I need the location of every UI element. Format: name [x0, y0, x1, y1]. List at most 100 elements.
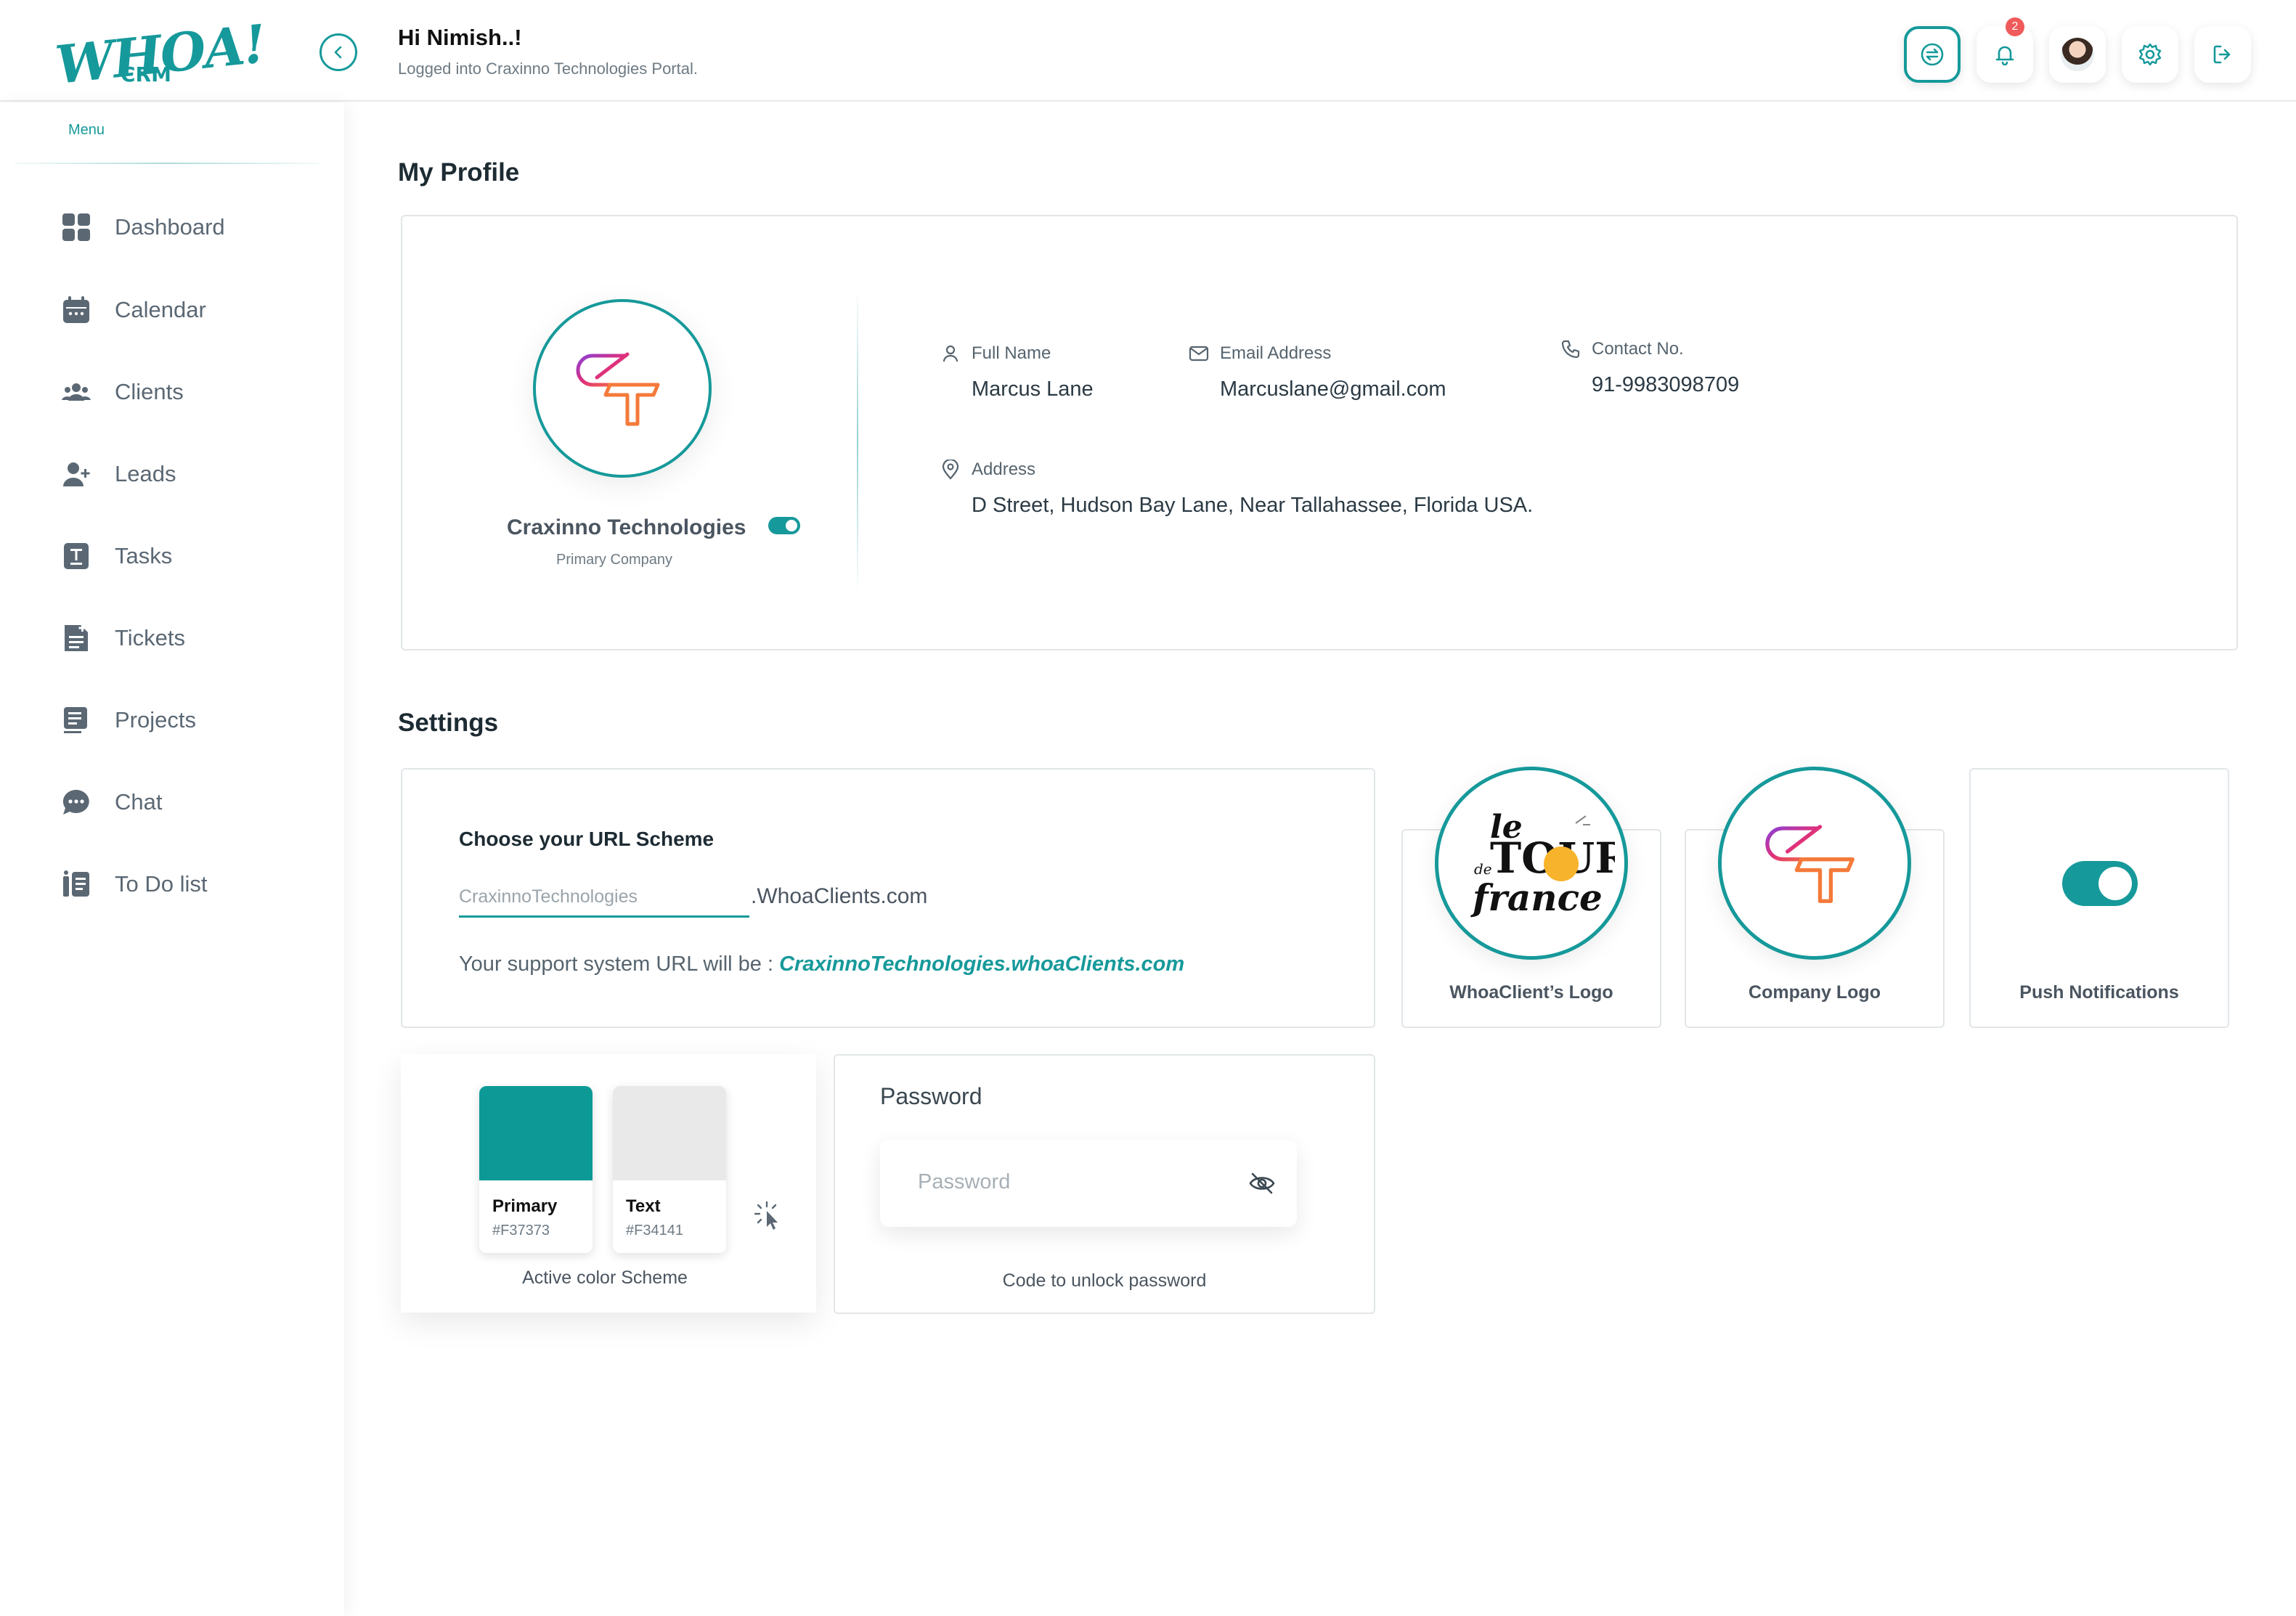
color-picker-pointer-icon[interactable] [752, 1199, 786, 1233]
logout-icon [2213, 45, 2231, 64]
tour-de-france-logo: le TOUR de france [1470, 809, 1615, 919]
top-header: WHOA! CRM Hi Nimish..! Logged into Craxi… [0, 0, 2296, 102]
svg-text:de: de [1474, 860, 1492, 878]
mail-icon [1188, 343, 1210, 364]
whoa-crm-logo[interactable]: WHOA! CRM [51, 12, 267, 96]
tickets-icon [60, 621, 93, 655]
calendar-icon [60, 293, 93, 327]
craxinno-logo-icon [576, 352, 660, 426]
svg-text:france: france [1470, 876, 1603, 919]
primary-color-swatch[interactable]: Primary #F37373 [479, 1086, 593, 1253]
client-logo-label: WhoaClient’s Logo [1449, 982, 1613, 1003]
push-notifications-tile: Push Notifications [1969, 768, 2229, 1028]
greeting-subtitle: Logged into Craxinno Technologies Portal… [398, 60, 698, 78]
eye-off-icon[interactable] [1247, 1169, 1277, 1198]
sidebar-item-label: Tickets [115, 625, 186, 650]
sidebar-item-dashboard[interactable]: Dashboard [60, 205, 225, 249]
clients-icon [60, 375, 93, 409]
url-scheme-card: Choose your URL Scheme .WhoaClients.com … [401, 768, 1375, 1028]
sidebar-item-label: Clients [115, 379, 184, 404]
sidebar-item-tickets[interactable]: Tickets [60, 616, 185, 660]
text-color-name: Text [626, 1196, 661, 1216]
email-value: Marcuslane@gmail.com [1220, 378, 1446, 401]
text-color-fill [613, 1086, 726, 1180]
text-color-hex: #F34141 [626, 1223, 683, 1238]
support-url-prefix: Your support system URL will be : [459, 952, 780, 976]
primary-color-hex: #F37373 [492, 1223, 550, 1238]
switch-account-button[interactable] [1904, 26, 1961, 83]
push-notifications-label: Push Notifications [2019, 982, 2179, 1003]
sidebar-item-chat[interactable]: Chat [60, 780, 162, 824]
support-url-text: Your support system URL will be : Craxin… [459, 952, 1184, 976]
switch-icon [1921, 43, 1944, 66]
collapse-sidebar-button[interactable] [319, 33, 357, 71]
sidebar-item-label: Tasks [115, 543, 173, 568]
location-pin-icon [940, 459, 961, 481]
sidebar-item-leads[interactable]: Leads [60, 452, 176, 496]
settings-button[interactable] [2122, 26, 2178, 83]
profile-avatar-button[interactable] [2049, 26, 2106, 83]
sidebar-item-projects[interactable]: Projects [60, 698, 196, 742]
password-field [880, 1140, 1297, 1227]
dashboard-icon [60, 211, 93, 244]
primary-color-fill [479, 1086, 593, 1180]
sidebar-item-label: Dashboard [115, 214, 225, 240]
contact-field: Contact No. 91-9983098709 [1560, 338, 1739, 397]
gear-icon [2138, 43, 2162, 66]
craxinno-logo-icon [1765, 825, 1855, 903]
logo-crm-text: CRM [121, 62, 171, 86]
url-scheme-title: Choose your URL Scheme [459, 828, 715, 850]
my-profile-title: My Profile [398, 158, 520, 187]
projects-icon [60, 703, 93, 737]
push-notifications-toggle[interactable] [2062, 861, 2138, 906]
notifications-button[interactable]: 2 [1977, 17, 2033, 83]
sidebar-item-calendar[interactable]: Calendar [60, 288, 206, 332]
address-value: D Street, Hudson Bay Lane, Near Tallahas… [972, 494, 1534, 517]
profile-divider [857, 289, 858, 594]
avatar [2061, 38, 2094, 71]
sidebar: Menu Dashboard Calendar Clients Leads Ta… [0, 103, 344, 1616]
greeting-title: Hi Nimish..! [398, 25, 522, 50]
notification-badge: 2 [2006, 17, 2024, 36]
url-scheme-input[interactable] [459, 878, 749, 918]
company-role: Primary Company [556, 552, 673, 568]
password-input[interactable] [918, 1162, 1223, 1202]
menu-divider [15, 163, 319, 164]
support-url-link[interactable]: CraxinnoTechnologies.whoaClients.com [779, 952, 1184, 976]
tasks-icon [60, 539, 93, 573]
color-scheme-card: Primary #F37373 Text #F34141 Active colo… [401, 1054, 816, 1313]
todo-icon [60, 868, 93, 901]
greeting: Hi Nimish..! Logged into Craxinno Techno… [398, 25, 698, 78]
email-field: Email Address Marcuslane@gmail.com [1188, 343, 1446, 401]
contact-value: 91-9983098709 [1592, 373, 1740, 396]
address-field: Address D Street, Hudson Bay Lane, Near … [940, 459, 1533, 518]
sidebar-item-todo-list[interactable]: To Do list [60, 862, 207, 906]
contact-label: Contact No. [1592, 339, 1684, 359]
bell-icon [1995, 46, 2014, 66]
client-logo-avatar[interactable]: le TOUR de france [1435, 767, 1628, 960]
sidebar-item-clients[interactable]: Clients [60, 370, 184, 414]
url-domain-suffix: .WhoaClients.com [751, 884, 928, 908]
sidebar-item-label: Leads [115, 461, 176, 486]
sidebar-item-label: To Do list [115, 871, 208, 897]
primary-company-toggle[interactable] [768, 517, 800, 534]
chevron-left-icon [334, 46, 342, 59]
primary-color-name: Primary [492, 1196, 558, 1216]
settings-title: Settings [398, 709, 499, 737]
sidebar-item-tasks[interactable]: Tasks [60, 534, 172, 578]
chat-icon [60, 785, 93, 819]
text-color-swatch[interactable]: Text #F34141 [613, 1086, 726, 1253]
address-label: Address [972, 460, 1036, 479]
email-label: Email Address [1220, 343, 1332, 363]
menu-label: Menu [68, 122, 105, 138]
password-hint: Code to unlock password [1002, 1270, 1207, 1291]
company-logo-settings-avatar[interactable] [1718, 767, 1911, 960]
sidebar-item-label: Chat [115, 789, 163, 815]
color-scheme-label: Active color Scheme [522, 1268, 688, 1288]
company-name: Craxinno Technologies [507, 515, 746, 539]
logout-button[interactable] [2194, 26, 2251, 83]
leads-icon [60, 457, 93, 491]
company-logo-avatar[interactable] [533, 299, 712, 478]
full-name-field: Full Name Marcus Lane [940, 343, 1094, 401]
full-name-value: Marcus Lane [972, 378, 1094, 401]
